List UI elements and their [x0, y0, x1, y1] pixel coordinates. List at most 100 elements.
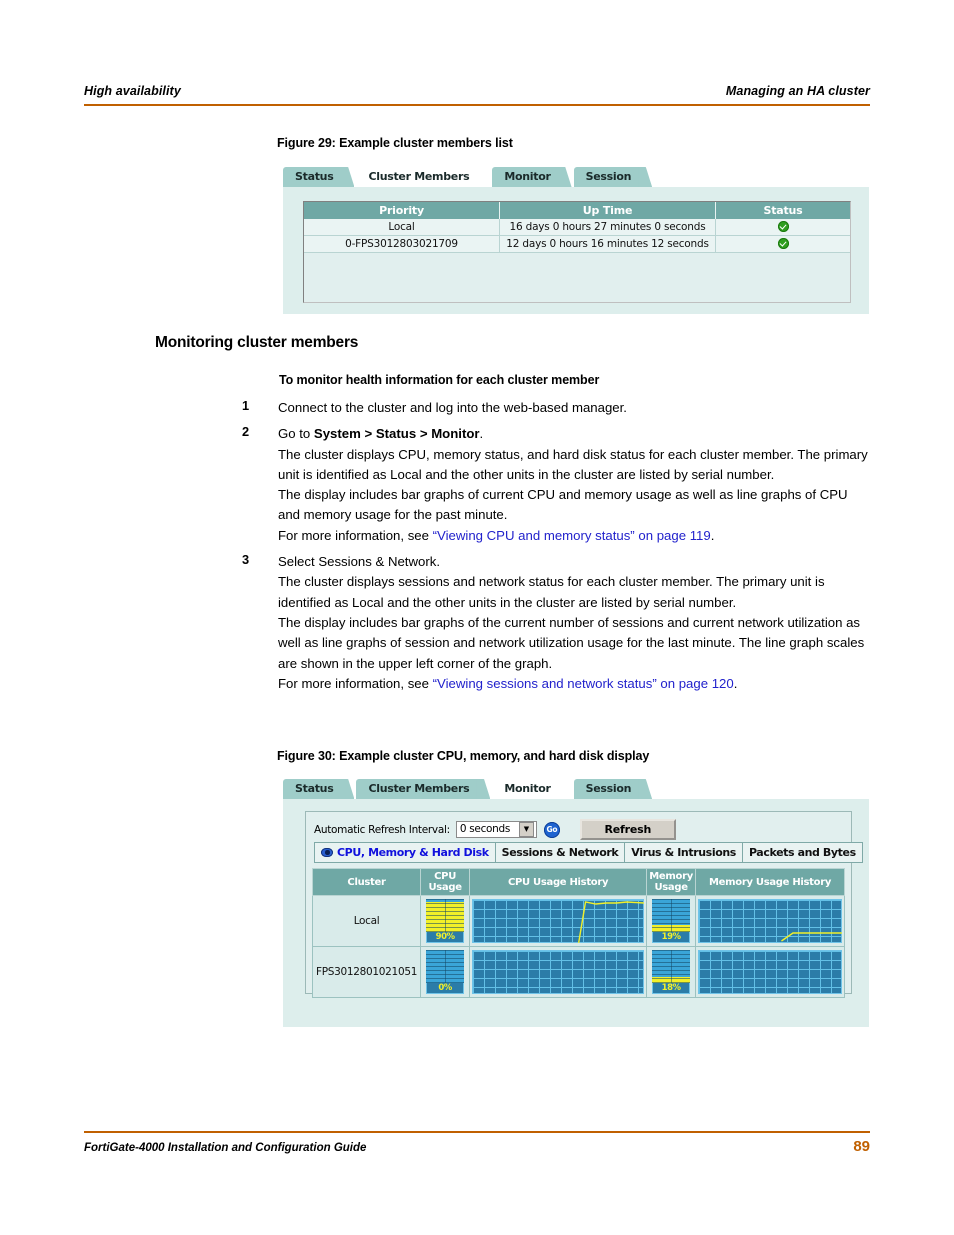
list-item: 1 Connect to the cluster and log into th… [242, 398, 872, 418]
tab-status[interactable]: Status [283, 167, 355, 187]
tab-status[interactable]: Status [283, 779, 355, 799]
procedure-subheading: To monitor health information for each c… [279, 373, 600, 387]
memory-usage-gauge: 19% [652, 899, 691, 943]
gauge-divider [671, 899, 673, 932]
tab-status-label: Status [295, 170, 334, 183]
step-text: Connect to the cluster and log into the … [278, 400, 627, 415]
cpu-usage-value: 0% [438, 983, 452, 993]
cpu-usage-gauge: 0% [426, 950, 465, 994]
memory-usage-history-graph [698, 899, 842, 943]
cell-cpu-history [469, 946, 648, 998]
cell-memory-history [695, 946, 845, 998]
eye-icon [321, 848, 333, 857]
step-number: 3 [242, 552, 250, 568]
cell-uptime: 16 days 0 hours 27 minutes 0 seconds [499, 219, 716, 236]
tab-session[interactable]: Session [573, 167, 653, 187]
cell-cpu-gauge: 90% [420, 895, 471, 947]
subtab-virus-intrusions[interactable]: Virus & Intrusions [624, 842, 743, 863]
step-text: The cluster displays sessions and networ… [278, 574, 825, 610]
cell-cpu-gauge: 0% [420, 946, 471, 998]
refresh-toolbar: Automatic Refresh Interval: 0 seconds ▼ … [314, 819, 676, 840]
tab-slant [638, 779, 653, 799]
tab-slant [476, 167, 491, 187]
tab-session-label: Session [585, 782, 632, 795]
tab-session[interactable]: Session [573, 779, 653, 799]
subtab-packets-bytes-label: Packets and Bytes [748, 846, 856, 859]
subtab-sessions-network[interactable]: Sessions & Network [494, 842, 626, 863]
cpu-usage-history-graph [472, 950, 645, 994]
tab-slant [476, 779, 491, 799]
cpu-usage-history-graph [472, 899, 645, 943]
cell-memory-history [695, 895, 845, 947]
tab-cluster-members-label: Cluster Members [368, 782, 470, 795]
tab-slant [638, 167, 653, 187]
procedure-steps: 1 Connect to the cluster and log into th… [242, 398, 872, 696]
tab-monitor[interactable]: Monitor [492, 167, 572, 187]
column-memory-usage: Memory Usage [646, 868, 697, 896]
refresh-interval-select[interactable]: 0 seconds ▼ [455, 821, 537, 838]
cross-reference-link[interactable]: “Viewing CPU and memory status” on page … [433, 528, 711, 543]
menu-path: System > Status > Monitor [313, 426, 480, 442]
cell-priority: Local [304, 219, 500, 236]
cell-cluster-name: FPS3012801021051 [311, 946, 422, 998]
refresh-interval-label: Automatic Refresh Interval: [314, 823, 450, 836]
table-row: Local 90% 19% [311, 895, 845, 947]
table-header-row: Cluster CPU Usage CPU Usage History Memo… [311, 868, 845, 896]
figure-29-caption: Figure 29: Example cluster members list [277, 136, 513, 150]
column-cpu-usage-history: CPU Usage History [469, 868, 648, 896]
subtab-packets-bytes[interactable]: Packets and Bytes [741, 842, 863, 863]
step-text-pre: For more information, see [278, 527, 433, 543]
step-text: The cluster displays CPU, memory status,… [278, 446, 868, 482]
cell-priority: 0-FPS3012803021709 [304, 235, 500, 253]
tab-status-label: Status [295, 782, 334, 795]
monitor-subtabs: CPU, Memory & Hard Disk Sessions & Netwo… [314, 842, 863, 863]
tab-slant [557, 167, 572, 187]
subtab-virus-intrusions-label: Virus & Intrusions [631, 846, 736, 859]
step-text: Go to System > Status > Monitor. [278, 424, 872, 444]
cluster-members-table: Priority Up Time Status Local 16 days 0 … [303, 201, 851, 303]
subtab-cpu-memory-hard-disk[interactable]: CPU, Memory & Hard Disk [314, 842, 496, 863]
list-item: 3 Select Sessions & Network. The cluster… [242, 552, 872, 694]
refresh-interval-value: 0 seconds [459, 823, 511, 835]
step-number: 1 [242, 398, 250, 413]
running-head-left: High availability [84, 84, 181, 98]
running-head-right: Managing an HA cluster [725, 84, 870, 98]
cpu-usage-value: 90% [435, 932, 455, 942]
column-cpu-usage: CPU Usage [420, 868, 471, 896]
tab-monitor-label: Monitor [504, 782, 551, 795]
memory-usage-value: 18% [661, 983, 681, 993]
tab-session-label: Session [585, 170, 632, 183]
cluster-usage-table: Cluster CPU Usage CPU Usage History Memo… [311, 868, 845, 998]
table-header-row: Priority Up Time Status [304, 202, 850, 219]
list-item: 2 Go to System > Status > Monitor. The c… [242, 424, 872, 546]
refresh-button[interactable]: Refresh [579, 819, 676, 840]
cell-cpu-history [469, 895, 648, 947]
figure-30-caption: Figure 30: Example cluster CPU, memory, … [277, 749, 650, 763]
tab-cluster-members[interactable]: Cluster Members [356, 779, 491, 799]
tab-cluster-members[interactable]: Cluster Members [356, 167, 491, 187]
status-ok-icon [777, 220, 789, 232]
step-body: Go to System > Status > Monitor. The clu… [278, 424, 872, 546]
column-priority: Priority [304, 202, 500, 219]
cross-reference-link[interactable]: “Viewing sessions and network status” on… [433, 676, 734, 691]
page-number: 89 [853, 1138, 870, 1155]
step-text-post: . [479, 426, 484, 442]
memory-usage-gauge: 18% [652, 950, 691, 994]
tab-monitor[interactable]: Monitor [492, 779, 572, 799]
graph-grid [473, 951, 644, 993]
table-row: 0-FPS3012803021709 12 days 0 hours 16 mi… [304, 235, 850, 253]
cpu-history-line [472, 899, 644, 943]
gauge-divider [445, 899, 447, 932]
footer-rule [84, 1131, 870, 1133]
monitor-content-panel: Automatic Refresh Interval: 0 seconds ▼ … [305, 811, 863, 998]
column-uptime: Up Time [499, 202, 716, 219]
step-text: For more information, see “Viewing sessi… [278, 674, 872, 694]
figure-30-screenshot: Status Cluster Members Monitor Session A… [283, 777, 869, 1027]
go-button[interactable]: Go [543, 821, 560, 838]
column-cluster: Cluster [311, 868, 422, 896]
cpu-usage-gauge: 90% [426, 899, 465, 943]
page-title: Monitoring cluster members [155, 334, 359, 351]
graph-grid [699, 951, 841, 993]
step-text: The display includes bar graphs of the c… [278, 614, 865, 671]
step-text: For more information, see “Viewing CPU a… [278, 526, 872, 546]
